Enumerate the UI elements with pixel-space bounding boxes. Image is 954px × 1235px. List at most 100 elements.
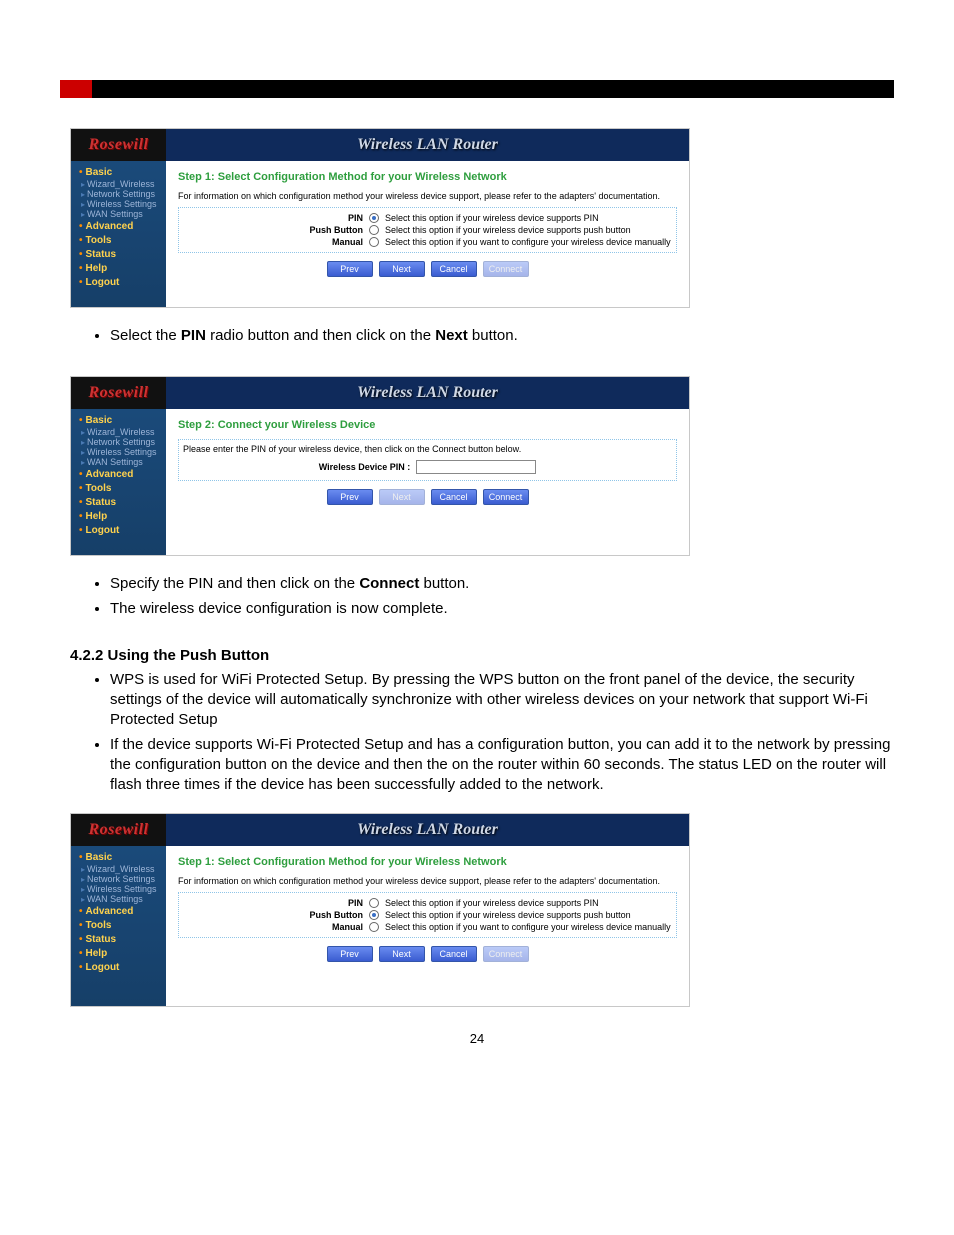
nav-basic[interactable]: Basic (71, 850, 166, 864)
radio-pushbutton[interactable] (369, 225, 379, 235)
text-pin: PIN (181, 327, 206, 344)
nav-wan-settings[interactable]: WAN Settings (71, 457, 166, 467)
connect-button: Connect (483, 946, 529, 962)
nav-help[interactable]: Help (71, 261, 166, 275)
nav-wireless-settings[interactable]: Wireless Settings (71, 884, 166, 894)
next-button[interactable]: Next (379, 261, 425, 277)
nav-tools[interactable]: Tools (71, 918, 166, 932)
router-screenshot-3: Rosewill Wireless LAN Router Basic Wizar… (70, 813, 690, 1007)
step-title: Step 1: Select Configuration Method for … (178, 856, 677, 868)
nav-network-settings[interactable]: Network Settings (71, 874, 166, 884)
option-pin-label: PIN (183, 898, 363, 908)
connect-button[interactable]: Connect (483, 489, 529, 505)
prev-button[interactable]: Prev (327, 261, 373, 277)
pin-input[interactable] (416, 460, 536, 474)
nav-advanced[interactable]: Advanced (71, 219, 166, 233)
info-line: For information on which configuration m… (178, 876, 677, 886)
option-pushbutton-label: Push Button (183, 225, 363, 235)
router-title: Wireless LAN Router (166, 129, 689, 161)
nav-status[interactable]: Status (71, 495, 166, 509)
option-manual-desc: Select this option if you want to config… (385, 922, 671, 932)
nav-wizard-wireless[interactable]: Wizard_Wireless (71, 179, 166, 189)
nav-logout[interactable]: Logout (71, 275, 166, 289)
prev-button[interactable]: Prev (327, 489, 373, 505)
nav-wizard-wireless[interactable]: Wizard_Wireless (71, 864, 166, 874)
nav-logout[interactable]: Logout (71, 523, 166, 537)
next-button[interactable]: Next (379, 946, 425, 962)
panel1-content: Step 1: Select Configuration Method for … (166, 161, 689, 307)
text: button. (419, 575, 469, 592)
radio-pin[interactable] (369, 898, 379, 908)
router-title: Wireless LAN Router (166, 814, 689, 846)
cancel-button[interactable]: Cancel (431, 261, 477, 277)
nav-network-settings[interactable]: Network Settings (71, 437, 166, 447)
text: WPS is used for WiFi Protected Setup. By… (110, 670, 894, 731)
pin-box: Please enter the PIN of your wireless de… (178, 439, 677, 481)
brand-logo: Rosewill (71, 377, 166, 409)
router-screenshot-1: Rosewill Wireless LAN Router Basic Wizar… (70, 128, 690, 308)
nav-status[interactable]: Status (71, 247, 166, 261)
option-pin-label: PIN (183, 213, 363, 223)
brand-logo: Rosewill (71, 814, 166, 846)
option-pushbutton-desc: Select this option if your wireless devi… (385, 225, 631, 235)
text: Specify the PIN and then click on the (110, 575, 359, 592)
option-manual-label: Manual (183, 922, 363, 932)
radio-pushbutton[interactable] (369, 910, 379, 920)
doc-bullets-3: WPS is used for WiFi Protected Setup. By… (70, 670, 894, 796)
text: Select the (110, 327, 181, 344)
nav-wan-settings[interactable]: WAN Settings (71, 209, 166, 219)
nav-advanced[interactable]: Advanced (71, 904, 166, 918)
connect-button: Connect (483, 261, 529, 277)
text: The wireless device configuration is now… (110, 599, 894, 619)
nav-logout[interactable]: Logout (71, 960, 166, 974)
next-button: Next (379, 489, 425, 505)
option-pushbutton-label: Push Button (183, 910, 363, 920)
nav-tools[interactable]: Tools (71, 233, 166, 247)
section-heading: 4.2.2 Using the Push Button (70, 647, 894, 664)
option-pin-desc: Select this option if your wireless devi… (385, 213, 599, 223)
text: button. (468, 327, 518, 344)
brand-logo: Rosewill (71, 129, 166, 161)
radio-manual[interactable] (369, 237, 379, 247)
nav-tools[interactable]: Tools (71, 481, 166, 495)
doc-bullet-1: Select the PIN radio button and then cli… (70, 326, 894, 346)
page-number: 24 (60, 1031, 894, 1046)
option-manual-desc: Select this option if you want to config… (385, 237, 671, 247)
nav-network-settings[interactable]: Network Settings (71, 189, 166, 199)
nav-status[interactable]: Status (71, 932, 166, 946)
nav-wan-settings[interactable]: WAN Settings (71, 894, 166, 904)
option-manual-label: Manual (183, 237, 363, 247)
text-connect: Connect (359, 575, 419, 592)
radio-pin[interactable] (369, 213, 379, 223)
info-line: Please enter the PIN of your wireless de… (183, 444, 672, 454)
cancel-button[interactable]: Cancel (431, 489, 477, 505)
panel2-content: Step 2: Connect your Wireless Device Ple… (166, 409, 689, 555)
prev-button[interactable]: Prev (327, 946, 373, 962)
side-nav: Basic Wizard_Wireless Network Settings W… (71, 409, 166, 555)
option-pin-desc: Select this option if your wireless devi… (385, 898, 599, 908)
side-nav: Basic Wizard_Wireless Network Settings W… (71, 161, 166, 307)
nav-basic[interactable]: Basic (71, 413, 166, 427)
option-pushbutton-desc: Select this option if your wireless devi… (385, 910, 631, 920)
side-nav: Basic Wizard_Wireless Network Settings W… (71, 846, 166, 1006)
cancel-button[interactable]: Cancel (431, 946, 477, 962)
nav-advanced[interactable]: Advanced (71, 467, 166, 481)
info-line: For information on which configuration m… (178, 191, 677, 201)
panel3-content: Step 1: Select Configuration Method for … (166, 846, 689, 1006)
text: radio button and then click on the (206, 327, 435, 344)
nav-wireless-settings[interactable]: Wireless Settings (71, 447, 166, 457)
doc-bullets-2: Specify the PIN and then click on the Co… (70, 574, 894, 619)
nav-wireless-settings[interactable]: Wireless Settings (71, 199, 166, 209)
nav-basic[interactable]: Basic (71, 165, 166, 179)
text: If the device supports Wi-Fi Protected S… (110, 735, 894, 796)
page-top-bar (60, 80, 894, 98)
pin-label: Wireless Device PIN : (319, 462, 410, 472)
nav-wizard-wireless[interactable]: Wizard_Wireless (71, 427, 166, 437)
step-title: Step 1: Select Configuration Method for … (178, 171, 677, 183)
step-title: Step 2: Connect your Wireless Device (178, 419, 677, 431)
radio-manual[interactable] (369, 922, 379, 932)
nav-help[interactable]: Help (71, 509, 166, 523)
nav-help[interactable]: Help (71, 946, 166, 960)
options-box: PIN Select this option if your wireless … (178, 207, 677, 253)
text-next: Next (435, 327, 468, 344)
